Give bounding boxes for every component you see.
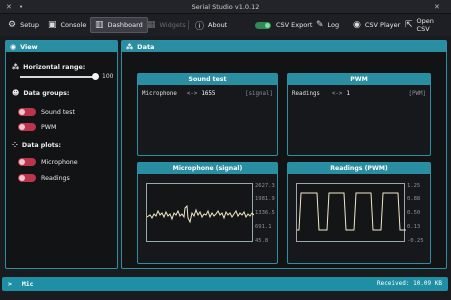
dataset-row: Microphone <-> 1655 [signal] — [142, 91, 273, 97]
chevron-right-icon: > — [8, 280, 12, 288]
csv-player-button[interactable]: ◉ CSV Player — [349, 17, 404, 33]
groups-icon: ☻ — [12, 89, 20, 97]
dataset-name: Readings — [292, 91, 320, 97]
group-toggle-pwm[interactable]: PWM — [18, 123, 56, 131]
plot-icon: ⁘ — [12, 141, 18, 149]
microphone-signal-line — [146, 204, 255, 224]
data-panel-header: ⁂ Data — [122, 41, 446, 52]
csv-export-switch[interactable] — [255, 21, 271, 29]
readings-pwm-line — [297, 192, 406, 231]
group-toggle-sound-test[interactable]: Sound test — [18, 108, 75, 116]
main-toolbar: ⚙ Setup ▣ Console ▥ Dashboard ▦ Widgets … — [0, 14, 451, 36]
device-name[interactable]: > Mic — [8, 280, 34, 288]
toggle-switch[interactable] — [18, 108, 36, 116]
dashboard-icon: ▥ — [95, 20, 104, 30]
y-tick-label: 0.13 — [407, 224, 421, 230]
view-panel-header: ◉ View — [6, 41, 117, 52]
y-tick-label: 0.88 — [407, 196, 421, 202]
data-plots-label: ⁘ Data plots: — [12, 141, 62, 149]
dataset-arrow: <-> — [331, 91, 343, 97]
pwm-widget: PWM Readings <-> 1 [PWM] — [287, 73, 431, 156]
widgets-icon: ▦ — [147, 20, 156, 30]
terminal-icon: ▣ — [48, 20, 57, 30]
log-icon: ✎ — [316, 20, 324, 30]
about-button[interactable]: ⓘ About — [191, 17, 231, 33]
gear-icon: ⚙ — [8, 20, 17, 30]
log-button[interactable]: ✎ Log — [312, 17, 343, 33]
dataset-value: 1 — [346, 91, 350, 97]
horizontal-range-value: 100 — [102, 73, 114, 80]
widget-title: PWM — [288, 74, 430, 85]
y-tick-label: 0.50 — [407, 210, 421, 216]
readings-plot-widget: Readings (PWM) 1.25 0.88 0.50 0.13 -0.25 — [287, 162, 431, 264]
microphone-plot-area — [146, 183, 255, 242]
info-icon: ⓘ — [195, 21, 205, 32]
horizontal-range-slider-handle[interactable] — [92, 73, 99, 80]
y-tick-label: 1336.5 — [255, 210, 275, 216]
toggle-switch[interactable] — [18, 123, 36, 131]
toggle-switch[interactable] — [18, 174, 36, 182]
open-file-icon: ⇱ — [405, 20, 413, 30]
console-button[interactable]: ▣ Console — [44, 17, 90, 33]
widget-title: Sound test — [138, 74, 277, 85]
setup-button[interactable]: ⚙ Setup — [4, 17, 43, 33]
data-icon: ⁂ — [126, 42, 134, 51]
microphone-plot-widget: Microphone (signal) 2627.3 1981.9 1336.5… — [137, 162, 278, 264]
status-bar: > Mic Received: 10.09 KB — [2, 277, 448, 291]
plot-toggle-microphone[interactable]: Microphone — [18, 158, 78, 166]
data-groups-label: ☻ Data groups: — [12, 89, 70, 97]
dataset-value: 1655 — [201, 91, 216, 97]
player-icon: ◉ — [353, 20, 361, 30]
close-window-icon[interactable]: ✕ — [434, 3, 440, 11]
toggle-switch[interactable] — [18, 158, 36, 166]
sound-test-widget: Sound test Microphone <-> 1655 [signal] — [137, 73, 278, 156]
eye-icon: ◉ — [10, 42, 17, 51]
dashboard-button[interactable]: ▥ Dashboard — [90, 17, 148, 33]
y-tick-label: 691.1 — [255, 224, 272, 230]
title-bar: ✕ • Serial Studio v1.0.12 ✕ — [0, 0, 451, 14]
y-tick-label: 2627.3 — [255, 183, 275, 189]
dataset-arrow: <-> — [186, 91, 198, 97]
dataset-unit: [PWM] — [408, 91, 426, 97]
readings-plot-area — [296, 183, 406, 242]
y-tick-label: -0.25 — [407, 238, 424, 244]
view-panel: ◉ View ⁂ Horizontal range: 100 ☻ Data gr… — [5, 40, 118, 269]
open-csv-button[interactable]: ⇱ Open CSV — [401, 17, 451, 33]
widget-title: Microphone (signal) — [138, 163, 277, 174]
dataset-unit: [signal] — [245, 91, 273, 97]
widget-title: Readings (PWM) — [288, 163, 430, 174]
dataset-row: Readings <-> 1 [PWM] — [292, 91, 426, 97]
horizontal-range-label: ⁂ Horizontal range: — [12, 63, 86, 71]
range-icon: ⁂ — [12, 63, 20, 71]
y-tick-label: 1981.9 — [255, 196, 275, 202]
toolbar-separator — [188, 20, 189, 30]
window-title: Serial Studio v1.0.12 — [191, 3, 260, 11]
y-tick-label: 1.25 — [407, 183, 421, 189]
widgets-button[interactable]: ▦ Widgets — [143, 17, 190, 33]
received-bytes: Received: 10.09 KB — [376, 280, 442, 287]
data-panel: ⁂ Data Sound test Microphone <-> 1655 [s… — [121, 40, 447, 269]
horizontal-range-slider-track[interactable] — [20, 76, 94, 78]
csv-export-toggle[interactable]: CSV Export — [251, 17, 316, 33]
y-tick-label: 45.8 — [255, 238, 269, 244]
plot-toggle-readings[interactable]: Readings — [18, 174, 70, 182]
dataset-name: Microphone — [142, 91, 177, 97]
